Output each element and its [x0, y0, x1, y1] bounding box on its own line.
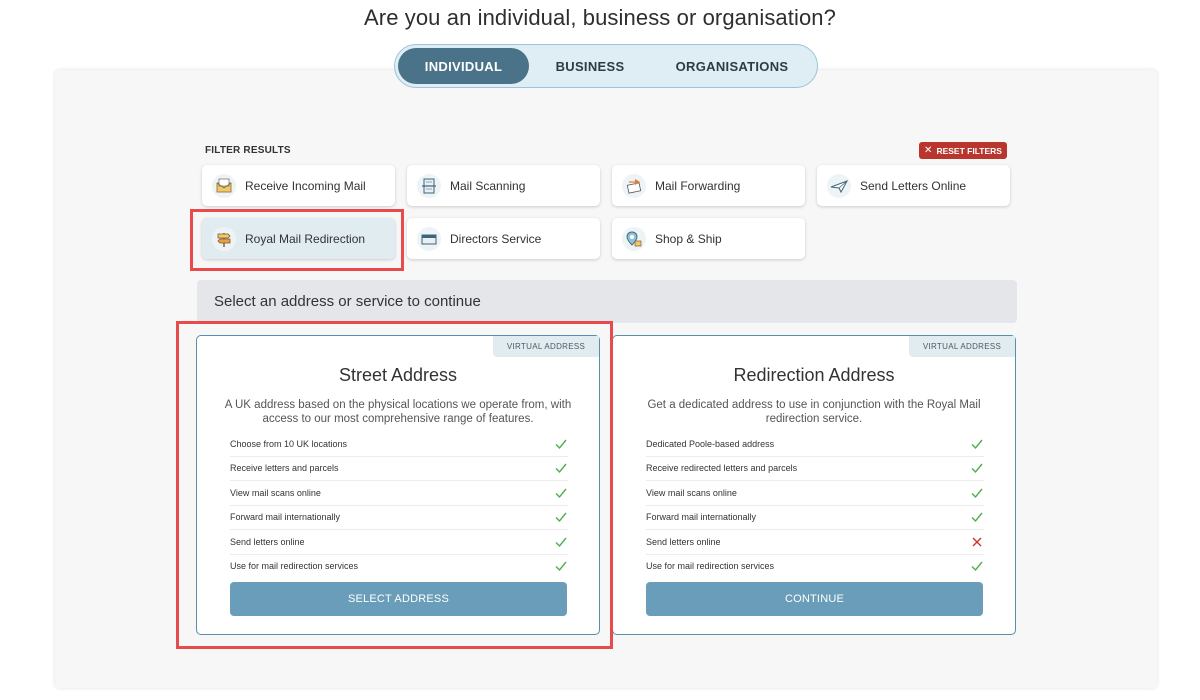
tab-organisations[interactable]: ORGANISATIONS — [651, 48, 813, 84]
feature-row: View mail scans online — [230, 481, 568, 506]
feature-row: Receive letters and parcels — [230, 457, 568, 481]
feature-list: Choose from 10 UK locations Receive lett… — [230, 432, 568, 578]
continue-button[interactable]: CONTINUE — [646, 582, 983, 616]
feature-row: Use for mail redirection services — [646, 555, 984, 579]
check-icon — [554, 535, 568, 549]
feature-label: Receive letters and parcels — [230, 463, 339, 474]
check-icon — [970, 486, 984, 500]
check-icon — [554, 461, 568, 475]
card-title: Street Address — [338, 365, 458, 385]
feature-label: Send letters online — [646, 536, 721, 547]
feature-label: Receive redirected letters and parcels — [646, 463, 798, 474]
feature-label: View mail scans online — [646, 487, 737, 498]
feature-list: Dedicated Poole-based address Receive re… — [646, 432, 984, 578]
feature-row: Choose from 10 UK locations — [230, 432, 568, 457]
paper-plane-icon — [827, 173, 851, 198]
filter-chip-shop-and-ship[interactable]: Shop & Ship — [612, 218, 805, 259]
street-address-card: VIRTUAL ADDRESS Street Address A UK addr… — [196, 335, 600, 635]
location-pin-icon — [622, 226, 646, 251]
filter-chip-label: Mail Scanning — [450, 178, 526, 193]
reset-filters-button[interactable]: ✕ RESET FILTERS — [919, 142, 1007, 159]
filter-chip-royal-mail-redirection[interactable]: Royal Mail Redirection — [202, 218, 395, 259]
close-icon: ✕ — [924, 145, 933, 156]
card-title: Redirection Address — [733, 365, 895, 385]
envelope-icon — [417, 226, 441, 251]
feature-label: Use for mail redirection services — [230, 561, 359, 572]
feature-label: Choose from 10 UK locations — [230, 438, 348, 449]
feature-label: Forward mail internationally — [230, 512, 341, 523]
signpost-icon — [212, 226, 236, 251]
feature-row: Send letters online — [230, 530, 568, 555]
filter-chip-send-letters-online[interactable]: Send Letters Online — [817, 165, 1010, 206]
cross-icon — [970, 535, 984, 549]
feature-label: Use for mail redirection services — [646, 561, 775, 572]
filter-chip-mail-forwarding[interactable]: Mail Forwarding — [612, 165, 805, 206]
feature-label: Dedicated Poole-based address — [646, 438, 775, 449]
filter-chip-label: Mail Forwarding — [655, 178, 741, 193]
account-type-toggle: INDIVIDUAL BUSINESS ORGANISATIONS — [394, 44, 818, 88]
tab-business[interactable]: BUSINESS — [529, 48, 651, 84]
feature-row: View mail scans online — [646, 481, 984, 506]
filter-chip-label: Directors Service — [450, 231, 542, 246]
check-icon — [554, 437, 568, 451]
filter-chip-label: Royal Mail Redirection — [245, 231, 366, 246]
filter-chip-receive-incoming-mail[interactable]: Receive Incoming Mail — [202, 165, 395, 206]
filter-chip-directors-service[interactable]: Directors Service — [407, 218, 600, 259]
feature-row: Dedicated Poole-based address — [646, 432, 984, 457]
check-icon — [970, 510, 984, 524]
feature-row: Forward mail internationally — [230, 506, 568, 530]
tab-individual[interactable]: INDIVIDUAL — [398, 48, 529, 84]
check-icon — [970, 559, 984, 573]
feature-row: Use for mail redirection services — [230, 555, 568, 579]
check-icon — [970, 461, 984, 475]
redirection-address-card: VIRTUAL ADDRESS Redirection Address Get … — [612, 335, 1016, 635]
check-icon — [554, 486, 568, 500]
feature-label: Send letters online — [230, 536, 305, 547]
check-icon — [554, 559, 568, 573]
check-icon — [554, 510, 568, 524]
filter-chip-mail-scanning[interactable]: Mail Scanning — [407, 165, 600, 206]
filter-results-label: FILTER RESULTS — [205, 145, 291, 156]
card-description: A UK address based on the physical locat… — [224, 399, 572, 425]
feature-row: Forward mail internationally — [646, 506, 984, 530]
check-icon — [970, 437, 984, 451]
feature-label: Forward mail internationally — [646, 512, 757, 523]
mail-scanning-icon — [417, 173, 441, 198]
virtual-address-badge: VIRTUAL ADDRESS — [493, 336, 599, 357]
feature-row: Receive redirected letters and parcels — [646, 457, 984, 481]
incoming-mail-icon — [212, 173, 236, 198]
select-address-button[interactable]: SELECT ADDRESS — [230, 582, 567, 616]
select-prompt: Select an address or service to continue — [197, 280, 1017, 323]
virtual-address-badge: VIRTUAL ADDRESS — [909, 336, 1015, 357]
filter-chip-label: Shop & Ship — [655, 231, 722, 246]
reset-filters-label: RESET FILTERS — [936, 145, 1002, 156]
feature-row: Send letters online — [646, 530, 984, 555]
card-description: Get a dedicated address to use in conjun… — [647, 399, 981, 425]
filter-chip-label: Receive Incoming Mail — [245, 178, 366, 193]
mail-forwarding-icon — [622, 173, 646, 198]
feature-label: View mail scans online — [230, 487, 321, 498]
filter-chip-label: Send Letters Online — [860, 178, 967, 193]
page-title: Are you an individual, business or organ… — [364, 5, 836, 30]
